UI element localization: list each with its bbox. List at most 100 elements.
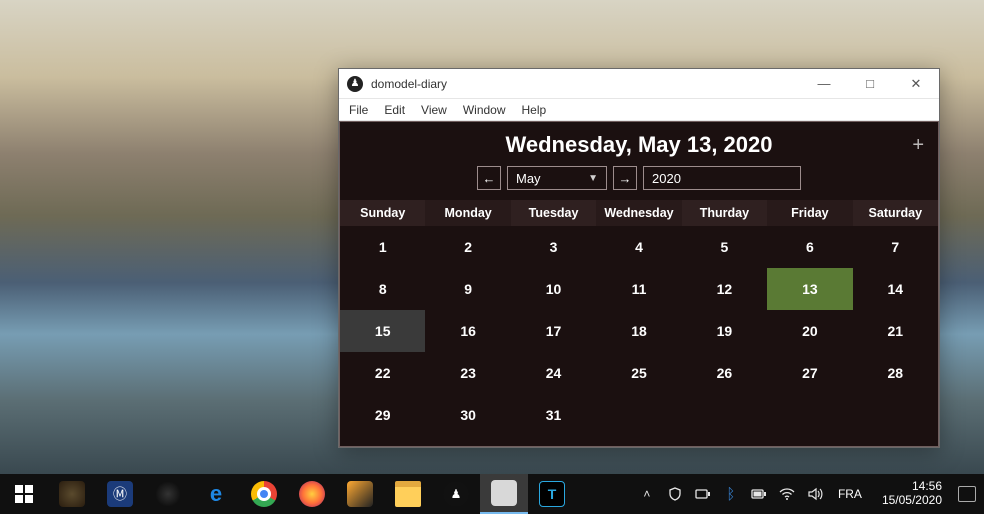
app-body: Wednesday, May 13, 2020 + ← May ▼ → 2020…: [339, 121, 939, 447]
taskbar-app-edge[interactable]: e: [192, 474, 240, 514]
taskbar-app-t[interactable]: T: [528, 474, 576, 514]
calendar-day[interactable]: 5: [682, 226, 767, 268]
year-input[interactable]: 2020: [643, 166, 801, 190]
calendar-day[interactable]: 12: [682, 268, 767, 310]
calendar-day[interactable]: 10: [511, 268, 596, 310]
tray-chevron-up-icon[interactable]: ˄: [638, 474, 656, 514]
power-icon[interactable]: [750, 474, 768, 514]
menu-edit[interactable]: Edit: [384, 103, 405, 117]
calendar-day[interactable]: 16: [425, 310, 510, 352]
calendar-day[interactable]: 8: [340, 268, 425, 310]
date-header: Wednesday, May 13, 2020: [340, 122, 938, 164]
year-label: 2020: [652, 171, 681, 186]
taskbar: Ⓜ e ♟ T ˄ ᛒ FRA: [0, 474, 984, 514]
calendar-day[interactable]: 15: [340, 310, 425, 352]
taskbar-app-explorer[interactable]: [384, 474, 432, 514]
calendar-day[interactable]: 28: [853, 352, 938, 394]
calendar-day[interactable]: 26: [682, 352, 767, 394]
window-title: domodel-diary: [371, 77, 447, 91]
dow-friday: Friday: [767, 200, 852, 226]
calendar-day[interactable]: 13: [767, 268, 852, 310]
calendar-day[interactable]: 2: [425, 226, 510, 268]
dow-monday: Monday: [425, 200, 510, 226]
calendar-day[interactable]: 25: [596, 352, 681, 394]
calendar-day[interactable]: 29: [340, 394, 425, 436]
calendar-days: 1234567891011121314151617181920212223242…: [340, 226, 938, 436]
volume-icon[interactable]: [806, 474, 824, 514]
start-button[interactable]: [0, 474, 48, 514]
add-entry-button[interactable]: +: [912, 134, 924, 157]
calendar-day[interactable]: 23: [425, 352, 510, 394]
taskbar-app-5[interactable]: [336, 474, 384, 514]
taskbar-time: 14:56: [882, 480, 942, 494]
taskbar-date: 15/05/2020: [882, 494, 942, 508]
language-indicator[interactable]: FRA: [834, 487, 866, 501]
app-window: ♟ domodel-diary — □ ✕ File Edit View Win…: [338, 68, 940, 448]
calendar-day[interactable]: 24: [511, 352, 596, 394]
arrow-right-icon: →: [619, 171, 632, 186]
taskbar-app-firefox[interactable]: [288, 474, 336, 514]
calendar-day[interactable]: 22: [340, 352, 425, 394]
calendar-day[interactable]: 20: [767, 310, 852, 352]
taskbar-app-diary[interactable]: ♟: [432, 474, 480, 514]
calendar-day[interactable]: 9: [425, 268, 510, 310]
calendar-day[interactable]: 4: [596, 226, 681, 268]
calendar-day[interactable]: 31: [511, 394, 596, 436]
calendar-day[interactable]: 14: [853, 268, 938, 310]
taskbar-app-3[interactable]: [144, 474, 192, 514]
dow-header-row: Sunday Monday Tuesday Wednesday Thurday …: [340, 200, 938, 226]
calendar-grid: Sunday Monday Tuesday Wednesday Thurday …: [340, 200, 938, 446]
taskbar-app-2[interactable]: Ⓜ: [96, 474, 144, 514]
calendar-day-empty: [767, 394, 852, 436]
calendar-day[interactable]: 1: [340, 226, 425, 268]
notifications-icon[interactable]: [958, 474, 976, 514]
month-year-selector: ← May ▼ → 2020: [340, 166, 938, 190]
calendar-day[interactable]: 21: [853, 310, 938, 352]
calendar-day[interactable]: 18: [596, 310, 681, 352]
arrow-left-icon: ←: [483, 171, 496, 186]
menu-file[interactable]: File: [349, 103, 368, 117]
calendar-day[interactable]: 19: [682, 310, 767, 352]
titlebar-left: ♟ domodel-diary: [347, 76, 447, 92]
system-tray: ˄ ᛒ FRA 14:56 15/05/2020: [638, 474, 984, 514]
taskbar-app-1[interactable]: [48, 474, 96, 514]
bluetooth-icon[interactable]: ᛒ: [722, 474, 740, 514]
next-month-button[interactable]: →: [613, 166, 637, 190]
calendar-day-empty: [853, 394, 938, 436]
taskbar-app-chrome[interactable]: [240, 474, 288, 514]
dow-saturday: Saturday: [853, 200, 938, 226]
titlebar-controls: — □ ✕: [801, 69, 939, 99]
calendar-day[interactable]: 7: [853, 226, 938, 268]
month-select[interactable]: May ▼: [507, 166, 607, 190]
calendar-day[interactable]: 11: [596, 268, 681, 310]
menubar: File Edit View Window Help: [339, 99, 939, 121]
prev-month-button[interactable]: ←: [477, 166, 501, 190]
calendar-day-empty: [682, 394, 767, 436]
battery-icon[interactable]: [694, 474, 712, 514]
security-icon[interactable]: [666, 474, 684, 514]
menu-view[interactable]: View: [421, 103, 447, 117]
taskbar-clock[interactable]: 14:56 15/05/2020: [876, 480, 948, 508]
calendar-day[interactable]: 27: [767, 352, 852, 394]
dow-thursday: Thurday: [682, 200, 767, 226]
minimize-button[interactable]: —: [801, 69, 847, 99]
wifi-icon[interactable]: [778, 474, 796, 514]
dow-wednesday: Wednesday: [596, 200, 681, 226]
maximize-button[interactable]: □: [847, 69, 893, 99]
menu-window[interactable]: Window: [463, 103, 506, 117]
calendar-day[interactable]: 30: [425, 394, 510, 436]
dow-sunday: Sunday: [340, 200, 425, 226]
month-label: May: [516, 171, 541, 186]
taskbar-apps: Ⓜ e ♟ T: [48, 474, 576, 514]
chevron-down-icon: ▼: [588, 173, 598, 184]
menu-help[interactable]: Help: [522, 103, 547, 117]
calendar-day[interactable]: 6: [767, 226, 852, 268]
calendar-day[interactable]: 3: [511, 226, 596, 268]
app-icon: ♟: [347, 76, 363, 92]
calendar-day-empty: [596, 394, 681, 436]
titlebar[interactable]: ♟ domodel-diary — □ ✕: [339, 69, 939, 99]
windows-icon: [15, 485, 33, 503]
calendar-day[interactable]: 17: [511, 310, 596, 352]
close-button[interactable]: ✕: [893, 69, 939, 99]
taskbar-app-active[interactable]: [480, 474, 528, 514]
